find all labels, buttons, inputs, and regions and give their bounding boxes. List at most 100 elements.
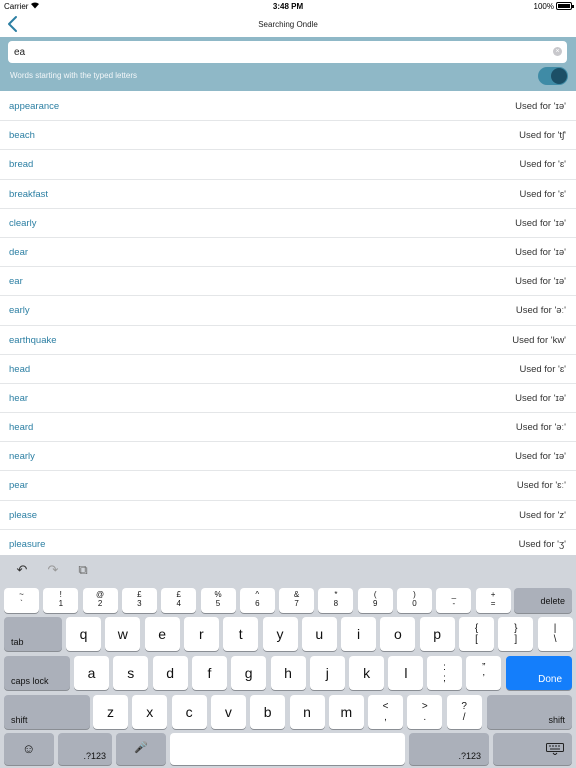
key-\[interactable]: | \ <box>537 617 573 651</box>
numbers-key-right[interactable]: .?123 <box>409 733 489 765</box>
key-k[interactable]: k <box>349 656 385 690</box>
key-x[interactable]: x <box>132 695 168 729</box>
redo-icon[interactable]: ↷ <box>46 563 60 577</box>
space-key[interactable] <box>170 733 405 765</box>
key-u[interactable]: u <box>301 617 337 651</box>
key-`[interactable]: ~ ` <box>4 588 39 613</box>
key-4[interactable]: £4 <box>161 588 197 613</box>
key--[interactable]: _ - <box>436 588 472 613</box>
list-item[interactable]: please Used for 'z' <box>0 501 576 530</box>
list-item[interactable]: beach Used for 'tʃ' <box>0 121 576 151</box>
key-b[interactable]: b <box>250 695 286 729</box>
word-link[interactable]: earthquake <box>9 335 57 346</box>
list-item[interactable]: clearly Used for 'ɪə' <box>0 209 576 238</box>
word-link[interactable]: clearly <box>9 218 36 229</box>
key-z[interactable]: z <box>93 695 128 729</box>
caps-lock-key[interactable]: caps lock <box>4 656 70 690</box>
word-link[interactable]: nearly <box>9 451 35 462</box>
key-7[interactable]: & 7 <box>279 588 315 613</box>
word-link[interactable]: hear <box>9 393 28 404</box>
key-/[interactable]: ? / <box>446 695 482 729</box>
list-item[interactable]: pleasure Used for 'ʒ' <box>0 530 576 555</box>
key-r[interactable]: r <box>183 617 219 651</box>
delete-key[interactable]: delete <box>514 588 572 613</box>
list-item[interactable]: pear Used for 'ɛː' <box>0 471 576 501</box>
key-top-label: ! <box>59 590 62 599</box>
key-g[interactable]: g <box>231 656 267 690</box>
key-5[interactable]: % 5 <box>200 588 236 613</box>
paste-icon[interactable]: ⧉ <box>76 563 90 577</box>
key-j[interactable]: j <box>309 656 345 690</box>
key-quote-1[interactable]: ”’ <box>466 656 502 690</box>
list-item[interactable]: heard Used for 'əː' <box>0 413 576 443</box>
word-link[interactable]: early <box>9 305 30 316</box>
word-link[interactable]: dear <box>9 247 28 258</box>
emoji-key[interactable]: ☺ <box>4 733 54 765</box>
key-p[interactable]: p <box>419 617 455 651</box>
key-1[interactable]: ! 1 <box>43 588 79 613</box>
list-item[interactable]: bread Used for 'ɛ' <box>0 150 576 180</box>
key-e[interactable]: e <box>144 617 180 651</box>
list-item[interactable]: dear Used for 'ɪə' <box>0 238 576 268</box>
key-2[interactable]: @2 <box>82 588 118 613</box>
key-[[interactable]: {[ <box>459 617 494 651</box>
key-0[interactable]: ) 0 <box>397 588 432 613</box>
key-f[interactable]: f <box>191 656 227 690</box>
key-quote-0[interactable]: :; <box>427 656 462 690</box>
key-q[interactable]: q <box>66 617 101 651</box>
list-item[interactable]: nearly Used for 'ɪə' <box>0 442 576 472</box>
key-m[interactable]: m <box>328 695 364 729</box>
word-link[interactable]: bread <box>9 159 33 170</box>
shift-left-key[interactable]: shift <box>4 695 90 729</box>
list-item[interactable]: hear Used for 'ɪə' <box>0 384 576 414</box>
word-link[interactable]: head <box>9 364 30 375</box>
word-link[interactable]: pleasure <box>9 539 45 550</box>
key-=[interactable]: + = <box>475 588 511 613</box>
key-w[interactable]: w <box>105 617 141 651</box>
key-3[interactable]: £3 <box>121 588 157 613</box>
key-8[interactable]: * 8 <box>318 588 354 613</box>
clear-search-icon[interactable]: × <box>553 47 562 56</box>
filter-toggle[interactable] <box>538 67 568 85</box>
word-link[interactable]: please <box>9 510 37 521</box>
list-item[interactable]: appearance Used for 'ɪə' <box>0 92 576 122</box>
numbers-key-left[interactable]: .?123 <box>58 733 112 765</box>
key-v[interactable]: v <box>210 695 246 729</box>
word-link[interactable]: ear <box>9 276 23 287</box>
tab-key[interactable]: tab <box>4 617 62 651</box>
key-9[interactable]: (9 <box>357 588 393 613</box>
list-item[interactable]: earthquake Used for 'kw' <box>0 326 576 355</box>
key-s[interactable]: s <box>113 656 149 690</box>
list-item[interactable]: ear Used for 'ɪə' <box>0 267 576 297</box>
word-link[interactable]: heard <box>9 422 33 433</box>
undo-icon[interactable]: ↶ <box>15 563 29 577</box>
key-,[interactable]: <, <box>368 695 403 729</box>
list-item[interactable]: breakfast Used for 'ɛ' <box>0 180 576 209</box>
key-h[interactable]: h <box>270 656 306 690</box>
done-key[interactable]: Done <box>506 656 572 690</box>
key-n[interactable]: n <box>289 695 325 729</box>
key-t[interactable]: t <box>223 617 259 651</box>
key-l[interactable]: l <box>388 656 424 690</box>
dismiss-keyboard-key[interactable] <box>493 733 572 765</box>
search-input-value[interactable]: ea <box>14 47 25 58</box>
list-item[interactable]: head Used for 'ɛ' <box>0 355 576 384</box>
key-6[interactable]: ^ 6 <box>239 588 275 613</box>
key-y[interactable]: y <box>262 617 298 651</box>
key-o[interactable]: o <box>380 617 416 651</box>
key-a[interactable]: a <box>74 656 109 690</box>
word-link[interactable]: breakfast <box>9 189 48 200</box>
key-d[interactable]: d <box>152 656 188 690</box>
word-link[interactable]: beach <box>9 130 35 141</box>
key-c[interactable]: c <box>171 695 207 729</box>
key-][interactable]: }] <box>498 617 534 651</box>
microphone-key[interactable]: 🎤 <box>116 733 166 765</box>
key-label: t <box>238 626 243 642</box>
list-item[interactable]: early Used for 'əː' <box>0 296 576 326</box>
search-input[interactable]: ea × <box>8 41 567 63</box>
word-link[interactable]: pear <box>9 480 28 491</box>
key-.[interactable]: >. <box>407 695 443 729</box>
word-link[interactable]: appearance <box>9 101 59 112</box>
key-i[interactable]: i <box>341 617 377 651</box>
shift-right-key[interactable]: shift <box>487 695 572 729</box>
